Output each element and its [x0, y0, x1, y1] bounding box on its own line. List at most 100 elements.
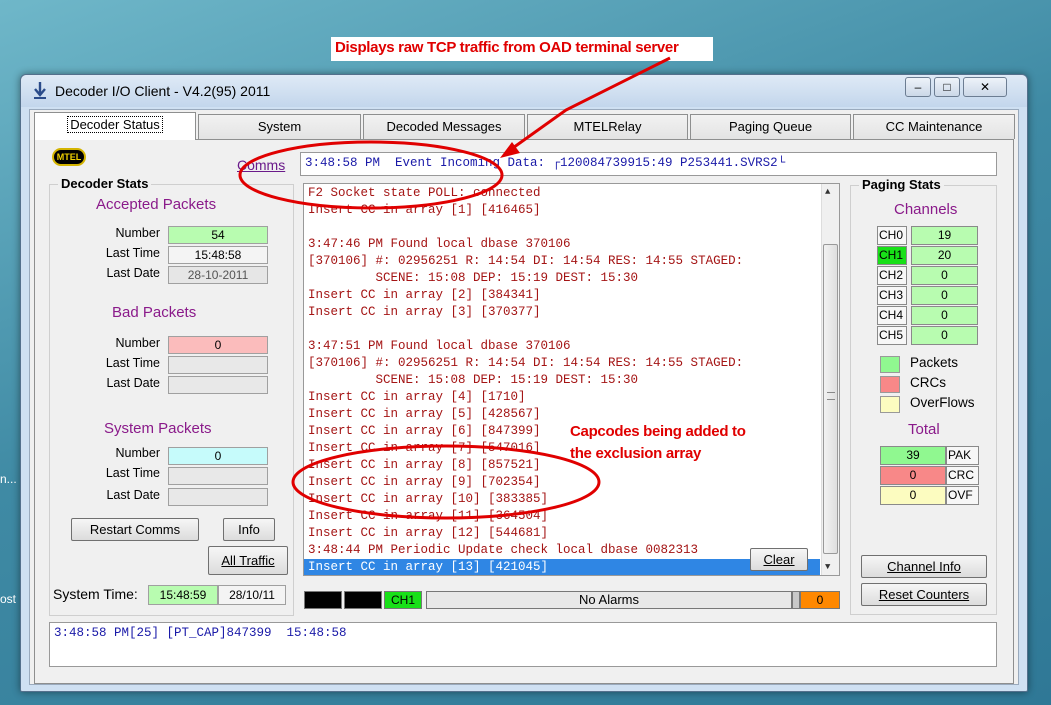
tab-label: Decoded Messages [386, 119, 502, 134]
latest-message-field: 3:48:58 PM[25] [PT_CAP]847399 15:48:58 [49, 622, 997, 667]
total-value-crc: 0 [880, 466, 946, 485]
system-time-label: System Time: [53, 586, 138, 602]
tab-label: Decoder Status [67, 116, 163, 133]
total-label-crc: CRC [946, 466, 979, 485]
accepted-last-date-field: 28-10-2011 [168, 266, 268, 284]
log-line[interactable] [304, 321, 820, 338]
clear-button[interactable]: Clear [750, 548, 808, 571]
log-line[interactable]: 3:47:46 PM Found local dbase 370106 [304, 236, 820, 253]
log-line[interactable] [304, 219, 820, 236]
system-last-time-field [168, 467, 268, 485]
restart-comms-button[interactable]: Restart Comms [71, 518, 199, 541]
system-time-field: 15:48:59 [148, 585, 218, 605]
scroll-up-icon[interactable]: ▲ [825, 187, 830, 197]
log-scrollbar[interactable]: ▲ ▼ [821, 184, 839, 575]
desktop-label-1: n... [0, 472, 17, 486]
system-last-time-label: Last Time [105, 466, 160, 480]
desktop-label-2: ost [0, 592, 17, 606]
decoder-stats-title: Decoder Stats [58, 176, 152, 191]
accepted-last-time-label: Last Time [105, 246, 160, 260]
status-channel: CH1 [384, 591, 422, 609]
log-line[interactable]: SCENE: 15:08 DEP: 15:19 DEST: 15:30 [304, 372, 820, 389]
legend-swatch-packets [880, 356, 900, 373]
log-line[interactable]: Insert CC in array [13] [421045] [304, 559, 820, 575]
log-line[interactable]: 3:48:44 PM Periodic Update check local d… [304, 542, 820, 559]
close-button[interactable]: ✕ [963, 77, 1007, 97]
accepted-last-time-field: 15:48:58 [168, 246, 268, 264]
system-number-label: Number [115, 446, 160, 460]
legend-label-overflows: OverFlows [910, 395, 975, 410]
system-last-date-field [168, 488, 268, 506]
total-value-ovf: 0 [880, 486, 946, 505]
title-bar: Decoder I/O Client - V4.2(95) 2011 – □ ✕ [21, 75, 1027, 107]
channel-info-button[interactable]: Channel Info [861, 555, 987, 578]
channel-label-ch3: CH3 [877, 286, 907, 305]
tab-paging-queue[interactable]: Paging Queue [690, 114, 851, 139]
scroll-down-icon[interactable]: ▼ [825, 562, 830, 572]
minimize-button[interactable]: – [905, 77, 931, 97]
channel-label-ch5: CH5 [877, 326, 907, 345]
bad-last-time-field [168, 356, 268, 374]
annotation-tcp-traffic: Displays raw TCP traffic from OAD termin… [331, 37, 713, 61]
log-line[interactable]: Insert CC in array [11] [364504] [304, 508, 820, 525]
total-label-ovf: OVF [946, 486, 979, 505]
log-line[interactable]: Insert CC in array [10] [383385] [304, 491, 820, 508]
all-traffic-button[interactable]: All Traffic [208, 546, 288, 575]
tab-cc-maintenance[interactable]: CC Maintenance [853, 114, 1015, 139]
log-line[interactable]: 3:47:51 PM Found local dbase 370106 [304, 338, 820, 355]
channel-value-ch5: 0 [911, 326, 978, 345]
log-line[interactable]: [370106] #: 02956251 R: 14:54 DI: 14:54 … [304, 253, 820, 270]
accepted-number-label: Number [115, 226, 160, 240]
tab-system[interactable]: System [198, 114, 361, 139]
channels-title: Channels [894, 201, 958, 218]
legend-swatch-crcs [880, 376, 900, 393]
total-title: Total [908, 421, 940, 438]
window-title: Decoder I/O Client - V4.2(95) 2011 [55, 83, 271, 99]
log-line[interactable]: F2 Socket state POLL: connected [304, 185, 820, 202]
accepted-last-date-label: Last Date [106, 266, 160, 280]
info-button[interactable]: Info [223, 518, 275, 541]
legend-swatch-overflows [880, 396, 900, 413]
channel-value-ch4: 0 [911, 306, 978, 325]
bad-last-date-label: Last Date [106, 376, 160, 390]
status-alarms: No Alarms [426, 591, 792, 609]
log-line[interactable]: Insert CC in array [9] [702354] [304, 474, 820, 491]
paging-stats-title: Paging Stats [859, 177, 944, 192]
bad-last-date-field [168, 376, 268, 394]
comms-link[interactable]: Comms [237, 157, 285, 173]
maximize-button[interactable]: □ [934, 77, 960, 97]
legend-label-crcs: CRCs [910, 375, 946, 390]
tab-decoder-status[interactable]: Decoder Status [34, 112, 196, 140]
log-line[interactable]: Insert CC in array [12] [544681] [304, 525, 820, 542]
status-count: 0 [800, 591, 840, 609]
log-line[interactable]: Insert CC in array [3] [370377] [304, 304, 820, 321]
total-label-pak: PAK [946, 446, 979, 465]
scroll-thumb[interactable] [823, 244, 838, 554]
bad-packets-title: Bad Packets [112, 304, 197, 321]
tab-mtelrelay[interactable]: MTELRelay [527, 114, 688, 139]
log-line[interactable]: Insert CC in array [1] [416465] [304, 202, 820, 219]
tab-label: CC Maintenance [885, 119, 983, 134]
traffic-log[interactable]: F2 Socket state POLL: connected Insert CC… [303, 183, 840, 576]
channel-value-ch2: 0 [911, 266, 978, 285]
accepted-number-field: 54 [168, 226, 268, 244]
status-indicator-1 [304, 591, 342, 609]
comms-traffic-field: 3:48:58 PM Event Incoming Data: ┌1200847… [300, 152, 997, 176]
channel-value-ch1: 20 [911, 246, 978, 265]
tab-label: Paging Queue [728, 119, 813, 134]
system-date-field: 28/10/11 [218, 585, 286, 605]
log-line[interactable]: [370106] #: 02956251 R: 14:54 DI: 14:54 … [304, 355, 820, 372]
accepted-packets-title: Accepted Packets [96, 196, 217, 213]
tab-label: MTELRelay [573, 119, 642, 134]
status-spacer [792, 591, 800, 609]
log-line[interactable]: SCENE: 15:08 DEP: 15:19 DEST: 15:30 [304, 270, 820, 287]
reset-counters-button[interactable]: Reset Counters [861, 583, 987, 606]
grip-icon [827, 392, 835, 400]
system-packets-title: System Packets [104, 420, 212, 437]
log-line[interactable]: Insert CC in array [2] [384341] [304, 287, 820, 304]
tab-decoded-messages[interactable]: Decoded Messages [363, 114, 525, 139]
tab-label: System [257, 119, 302, 134]
legend-label-packets: Packets [910, 355, 959, 370]
mtel-logo: MTEL [52, 148, 86, 166]
log-line[interactable]: Insert CC in array [4] [1710] [304, 389, 820, 406]
